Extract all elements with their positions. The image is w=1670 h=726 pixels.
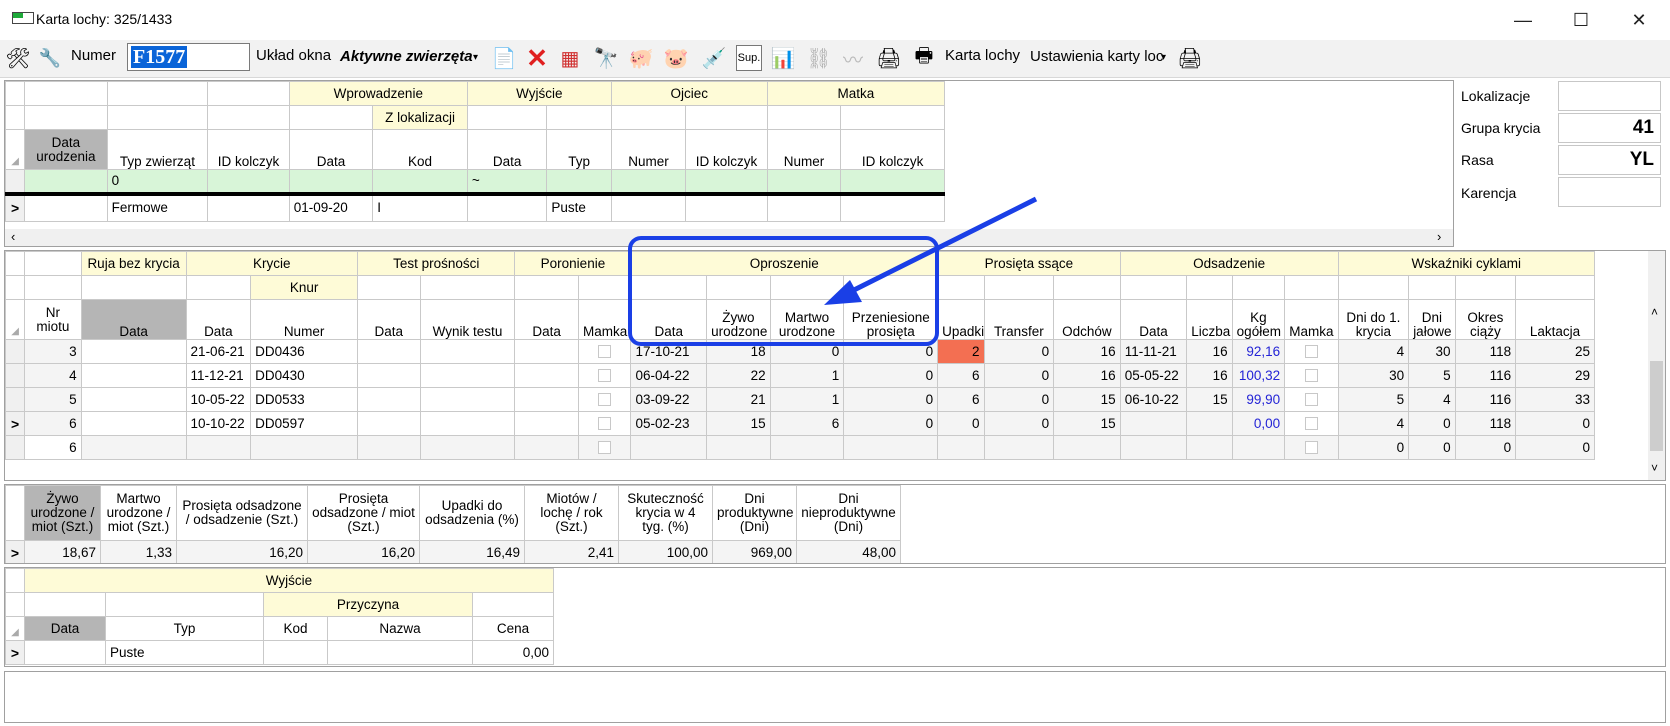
arrow-head bbox=[824, 280, 862, 305]
annotation-arrow bbox=[848, 196, 1038, 295]
annotation-overlay bbox=[628, 196, 1038, 346]
highlight-box bbox=[628, 236, 939, 346]
